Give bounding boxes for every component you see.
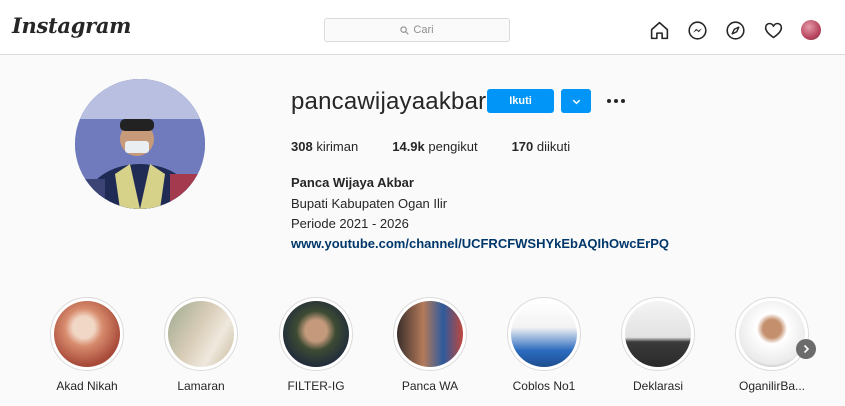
profile-full-name: Panca Wijaya Akbar [291, 175, 414, 190]
story-highlight[interactable]: FILTER-IG [278, 297, 354, 393]
more-dot-icon [621, 99, 625, 103]
following-link[interactable]: 170 diikuti [512, 139, 571, 154]
follow-button[interactable]: Ikuti [487, 89, 554, 113]
highlight-thumbnail [397, 301, 463, 367]
chevron-down-icon [572, 99, 580, 104]
profile-stats: 308 kiriman 14.9k pengikut 170 diikuti [291, 139, 604, 154]
story-highlight[interactable]: Lamaran [163, 297, 239, 393]
highlight-label: Lamaran [177, 379, 225, 393]
search-placeholder: Cari [413, 24, 434, 36]
highlight-label: FILTER-IG [287, 379, 345, 393]
highlight-label: Coblos No1 [512, 379, 576, 393]
more-dot-icon [614, 99, 618, 103]
highlight-thumbnail [54, 301, 120, 367]
highlight-label: OganilirBa... [738, 379, 806, 393]
highlight-ring [507, 297, 581, 371]
instagram-logo[interactable]: Instagram [12, 13, 131, 38]
highlight-thumbnail [283, 301, 349, 367]
profile-avatar-button[interactable] [800, 19, 822, 41]
highlight-label: Panca WA [401, 379, 459, 393]
home-icon[interactable] [648, 19, 670, 41]
highlights-next-button[interactable] [796, 339, 816, 359]
bio-line: Bupati Kabupaten Ogan Ilir [291, 196, 448, 211]
story-highlight[interactable]: Coblos No1 [506, 297, 582, 393]
highlight-ring [279, 297, 353, 371]
followers-link[interactable]: 14.9k pengikut [392, 139, 477, 154]
highlight-label: Deklarasi [632, 379, 683, 393]
messenger-icon[interactable] [686, 19, 708, 41]
profile-picture[interactable] [75, 79, 205, 209]
highlight-ring [164, 297, 238, 371]
highlight-label: Akad Nikah [56, 379, 118, 393]
highlight-thumbnail [511, 301, 577, 367]
highlight-ring [50, 297, 124, 371]
nav-icons [648, 19, 822, 41]
explore-icon[interactable] [724, 19, 746, 41]
profile-photo-illustration [75, 79, 205, 209]
chevron-right-icon [803, 344, 810, 354]
highlight-thumbnail [168, 301, 234, 367]
top-navigation-bar: Instagram Cari [0, 0, 845, 55]
highlight-ring [393, 297, 467, 371]
search-icon [400, 25, 410, 35]
profile-username: pancawijayaakbar [291, 88, 487, 115]
highlight-ring [735, 297, 809, 371]
avatar [801, 20, 821, 40]
more-options-button[interactable] [605, 94, 627, 108]
highlight-thumbnail [625, 301, 691, 367]
bio-line: Periode 2021 - 2026 [291, 216, 409, 231]
story-highlight[interactable]: Deklarasi [620, 297, 696, 393]
suggested-accounts-button[interactable] [561, 89, 591, 113]
posts-count: 308 kiriman [291, 139, 359, 154]
story-highlight[interactable]: Akad Nikah [49, 297, 125, 393]
heart-icon[interactable] [762, 19, 784, 41]
highlight-ring [621, 297, 695, 371]
bio-external-link[interactable]: www.youtube.com/channel/UCFRCFWSHYkEbAQI… [291, 236, 669, 251]
highlight-thumbnail [739, 301, 805, 367]
story-highlight[interactable]: Panca WA [392, 297, 468, 393]
search-input[interactable]: Cari [324, 18, 510, 42]
more-dot-icon [607, 99, 611, 103]
